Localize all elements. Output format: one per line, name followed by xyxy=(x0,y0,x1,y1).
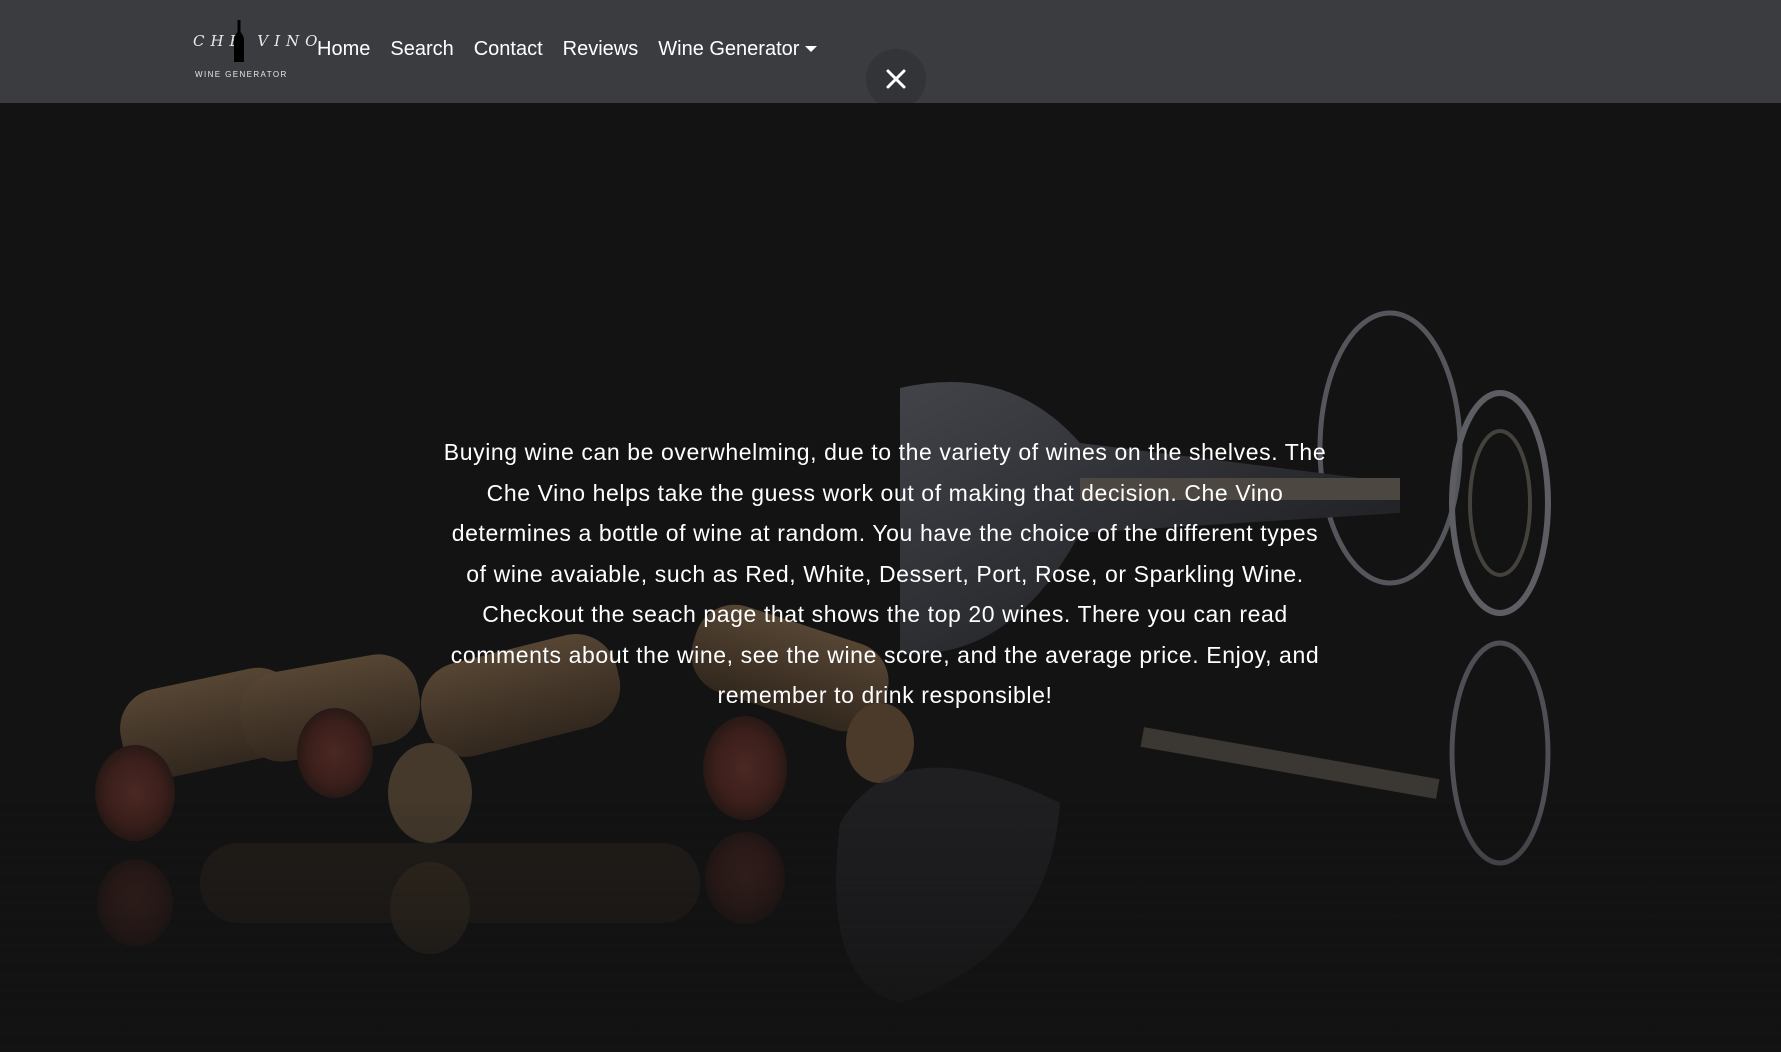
brand-subtitle: WINE GENERATOR xyxy=(195,70,288,79)
hero-description: Buying wine can be overwhelming, due to … xyxy=(443,439,1327,708)
nav-home[interactable]: Home xyxy=(317,38,370,61)
nav-wine-generator-dropdown[interactable]: Wine Generator xyxy=(658,37,818,61)
close-button[interactable] xyxy=(866,49,926,109)
brand-logo[interactable]: CHE VINO WINE GENERATOR xyxy=(193,16,317,84)
caret-down-icon xyxy=(805,46,818,52)
nav-contact[interactable]: Contact xyxy=(474,38,543,61)
main-nav: Home Search Contact Reviews Wine Generat… xyxy=(317,0,837,98)
wine-bottle-icon xyxy=(234,20,244,62)
nav-reviews[interactable]: Reviews xyxy=(563,38,639,61)
navbar: CHE VINO WINE GENERATOR Home Search Cont… xyxy=(0,0,1781,109)
hero-section: Buying wine can be overwhelming, due to … xyxy=(0,103,1781,1052)
close-icon xyxy=(886,69,906,89)
nav-search[interactable]: Search xyxy=(390,38,453,61)
nav-wine-generator-label: Wine Generator xyxy=(658,37,800,60)
